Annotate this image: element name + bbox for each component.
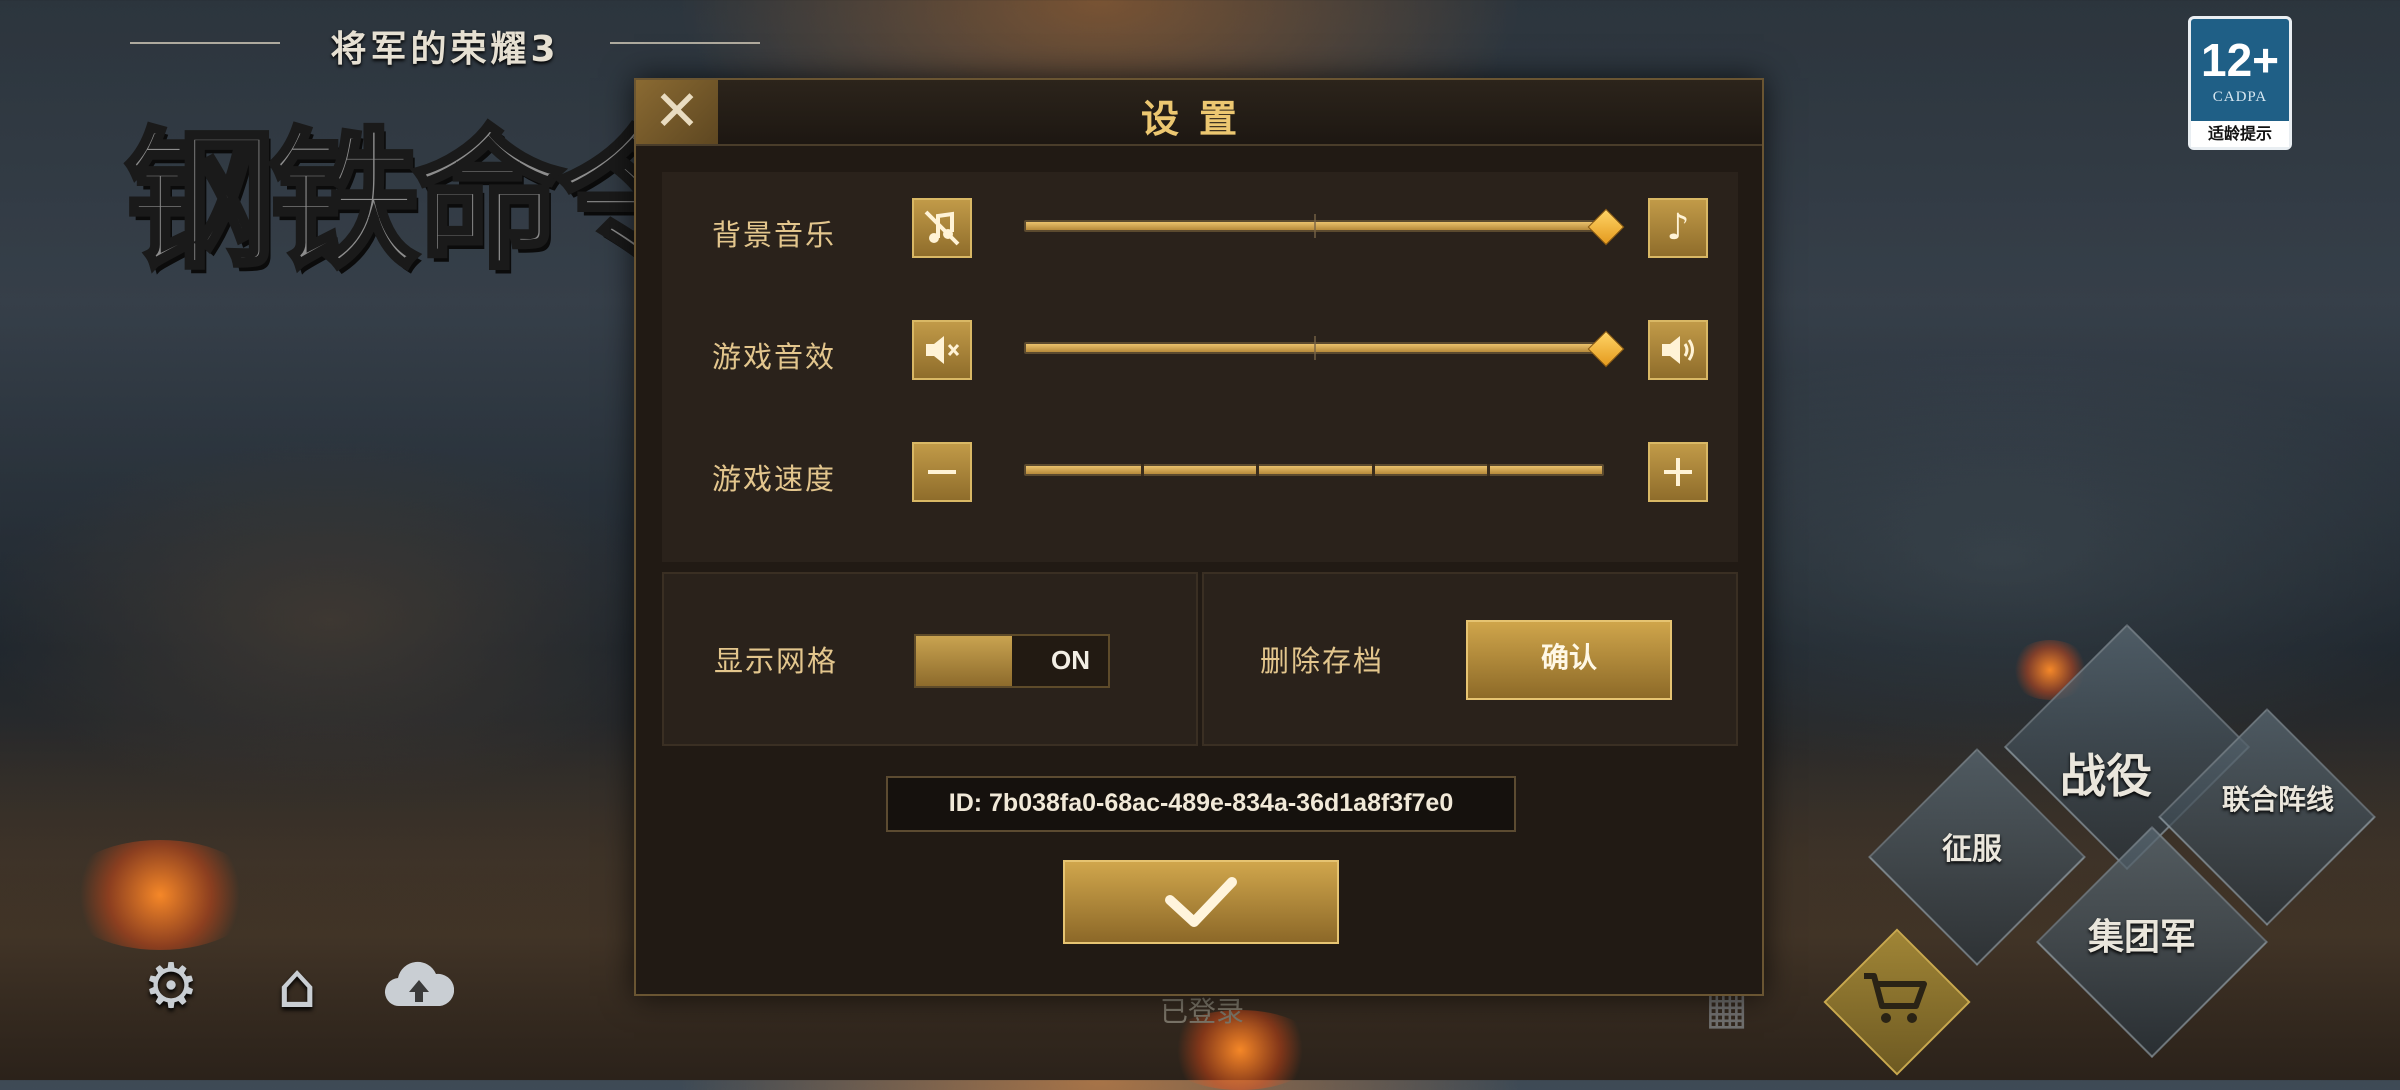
age-rating-org: CADPA	[2212, 89, 2268, 105]
divider	[610, 42, 760, 44]
delete-save-label: 删除存档	[1260, 644, 1385, 678]
sfx-mute-button[interactable]	[912, 320, 972, 380]
bg-music-slider[interactable]	[1024, 214, 1604, 238]
age-rating-number: 12+	[2200, 34, 2280, 86]
age-rating-tip: 适龄提示	[2191, 121, 2289, 147]
confirm-button[interactable]	[1063, 860, 1339, 944]
delete-save-panel: 删除存档 确认	[1202, 572, 1738, 746]
close-button[interactable]: ✕	[636, 80, 718, 144]
speed-label: 游戏速度	[712, 462, 837, 496]
speed-increase-button[interactable]	[1648, 442, 1708, 502]
checkmark-icon	[1165, 877, 1237, 927]
music-off-icon	[924, 210, 960, 246]
grid-option-panel: 显示网格 ON	[662, 572, 1198, 746]
age-rating-badge: 12+ CADPA 适龄提示	[2188, 16, 2292, 150]
speed-decrease-button[interactable]	[912, 442, 972, 502]
bg-music-knob[interactable]	[1587, 208, 1625, 246]
menu-campaign-label: 战役	[2060, 749, 2152, 803]
sfx-slider[interactable]	[1024, 336, 1604, 360]
grid-label: 显示网格	[714, 644, 839, 678]
settings-dialog: 设置 ✕ 背景音乐 ♪ 游戏音效 游戏速度 显示网格 ON 删除存档 确认 ID…	[634, 78, 1764, 996]
fire-effect	[60, 840, 260, 950]
menu-conquest-label: 征服	[1942, 832, 2002, 867]
cloud-upload-icon[interactable]	[384, 950, 454, 1020]
speaker-mute-icon	[926, 336, 960, 364]
cart-icon	[1860, 968, 1930, 1028]
speed-step-mark	[1256, 464, 1260, 476]
grid-toggle[interactable]: ON	[914, 634, 1110, 688]
speed-step-mark	[1371, 464, 1375, 476]
bg-music-label: 背景音乐	[712, 218, 837, 252]
slider-midmark	[1314, 214, 1316, 238]
home-icon[interactable]: ⌂	[262, 949, 332, 1022]
plus-icon	[1664, 458, 1692, 486]
player-id: ID: 7b038fa0-68ac-489e-834a-36d1a8f3f7e0	[886, 776, 1516, 832]
music-on-button[interactable]: ♪	[1648, 198, 1708, 258]
toggle-knob	[916, 636, 1012, 686]
game-subtitle: 将军的荣耀3	[130, 20, 760, 70]
grid-toggle-state: ON	[1051, 645, 1090, 675]
subtitle-text: 将军的荣耀3	[330, 29, 560, 70]
menu-united-front-label: 联合阵线	[2222, 783, 2335, 816]
speaker-on-icon	[1662, 336, 1694, 364]
speed-fill	[1026, 466, 1602, 474]
audio-settings-panel: 背景音乐 ♪ 游戏音效 游戏速度	[662, 172, 1738, 562]
login-status: 已登录	[1160, 995, 1245, 1028]
sfx-label: 游戏音效	[712, 340, 837, 374]
speed-step-mark	[1141, 464, 1145, 476]
close-icon: ✕	[653, 79, 701, 144]
speed-step-mark	[1486, 464, 1490, 476]
delete-save-confirm-button[interactable]: 确认	[1466, 620, 1672, 700]
minus-icon	[928, 470, 956, 474]
dialog-title: 设置	[1140, 97, 1257, 141]
menu-army-group-label: 集团军	[2088, 917, 2197, 958]
game-logo: 钢铁命令	[122, 111, 709, 292]
dialog-header: 设置 ✕	[636, 80, 1762, 146]
gear-icon[interactable]: ⚙	[136, 949, 206, 1022]
music-off-button[interactable]	[912, 198, 972, 258]
sfx-on-button[interactable]	[1648, 320, 1708, 380]
speed-slider[interactable]	[1024, 464, 1604, 476]
music-note-icon: ♪	[1666, 207, 1690, 248]
sfx-knob[interactable]	[1587, 330, 1625, 368]
slider-midmark	[1314, 336, 1316, 360]
